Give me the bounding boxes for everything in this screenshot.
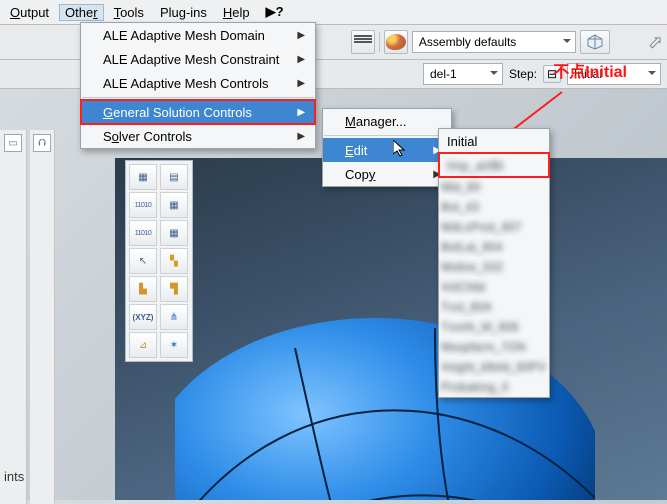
viewport-3d[interactable] [115,158,667,500]
menu-general-solution-controls[interactable]: General Solution Controls▶ [81,100,315,124]
step-item-3[interactable]: Bot_43 [439,197,549,217]
step-item-10[interactable]: Msopfarm_7ON [439,337,549,357]
tool-datum-2[interactable]: ✶ [160,332,188,358]
annotation-text: 不点Initial [553,58,627,82]
gsc-copy[interactable]: Copy▶ [323,162,451,186]
gsc-manager[interactable]: Manager... [323,109,451,133]
step-item-2[interactable]: Mid_60 [439,177,549,197]
step-item-5[interactable]: BotLat_904 [439,237,549,257]
color-palette-button[interactable] [384,30,408,54]
context-help-icon[interactable]: ▶? [260,3,290,21]
step-item-1[interactable]: Imp_artBt [439,153,549,177]
step-label: Step: [509,67,537,81]
cube-icon [587,34,603,50]
gsc-edit[interactable]: Edit▶ [323,138,451,162]
model-combo[interactable]: del-1 [423,63,503,85]
cube-view-button[interactable] [580,30,610,54]
tree-up-button[interactable]: ⮉ [33,134,51,152]
step-item-initial[interactable]: Initial [439,129,549,153]
step-item-8[interactable]: Tvol_80A [439,297,549,317]
edit-step-list: Initial Imp_artBt Mid_60 Bot_43 MdLoPost… [438,128,550,398]
module-toolbox: ▦ ▤ 11010 ▦ 11010 ▦ ↖ ▚ ▙ ▜ (XYZ) ⋔ ⊿ ✶ [125,160,193,362]
step-item-4[interactable]: MdLoPost_807 [439,217,549,237]
menu-solver-controls[interactable]: Solver Controls▶ [81,124,315,148]
tool-brick-2[interactable]: ▜ [160,276,188,302]
tool-history-manager[interactable]: ▦ [160,220,188,246]
step-item-9[interactable]: Tvorth_M_908 [439,317,549,337]
menu-output[interactable]: Output [4,4,55,21]
tool-brick-1[interactable]: ▙ [129,276,157,302]
tool-triad[interactable]: ⋔ [160,304,188,330]
menu-other[interactable]: Other [59,4,104,21]
palette-icon [386,34,406,50]
render-style-button[interactable] [351,30,375,54]
menu-ale-constraint[interactable]: ALE Adaptive Mesh Constraint▶ [81,47,315,71]
tool-create-step[interactable]: ▦ [129,164,157,190]
tool-arrow[interactable]: ↖ [129,248,157,274]
left-toolbar: ▭ [0,130,27,504]
gsc-submenu: Manager... Edit▶ Copy▶ [322,108,452,187]
tool-field-manager[interactable]: ▦ [160,192,188,218]
assembly-defaults-combo[interactable]: Assembly defaults [412,31,576,53]
menu-ale-domain[interactable]: ALE Adaptive Mesh Domain▶ [81,23,315,47]
tool-xyz-label[interactable]: (XYZ) [129,304,157,330]
step-item-11[interactable]: Voight_bfield_80PV [439,357,549,377]
other-menu-dropdown: ALE Adaptive Mesh Domain▶ ALE Adaptive M… [80,22,316,149]
menu-help[interactable]: Help [217,4,256,21]
step-item-6[interactable]: Motive_502 [439,257,549,277]
menu-ale-controls[interactable]: ALE Adaptive Mesh Controls▶ [81,71,315,95]
left-toolbar-2: ⮉ [30,130,55,504]
tool-step-manager[interactable]: ▤ [160,164,188,190]
tool-datum-1[interactable]: ⊿ [129,332,157,358]
tool-node[interactable]: ▚ [160,248,188,274]
ints-label: ints [2,468,26,485]
step-item-12[interactable]: Probaking_0 [439,377,549,397]
rail-icon [354,35,372,49]
menu-tools[interactable]: Tools [108,4,150,21]
menu-plugins[interactable]: Plug-ins [154,4,213,21]
select-arrow-icon[interactable]: ⬀ [648,32,663,53]
tool-l1[interactable]: ▭ [4,134,22,152]
tool-field-output[interactable]: 11010 [129,192,157,218]
step-item-7[interactable]: VolChild [439,277,549,297]
tool-history-output[interactable]: 11010 [129,220,157,246]
mouse-cursor-icon [393,140,407,158]
